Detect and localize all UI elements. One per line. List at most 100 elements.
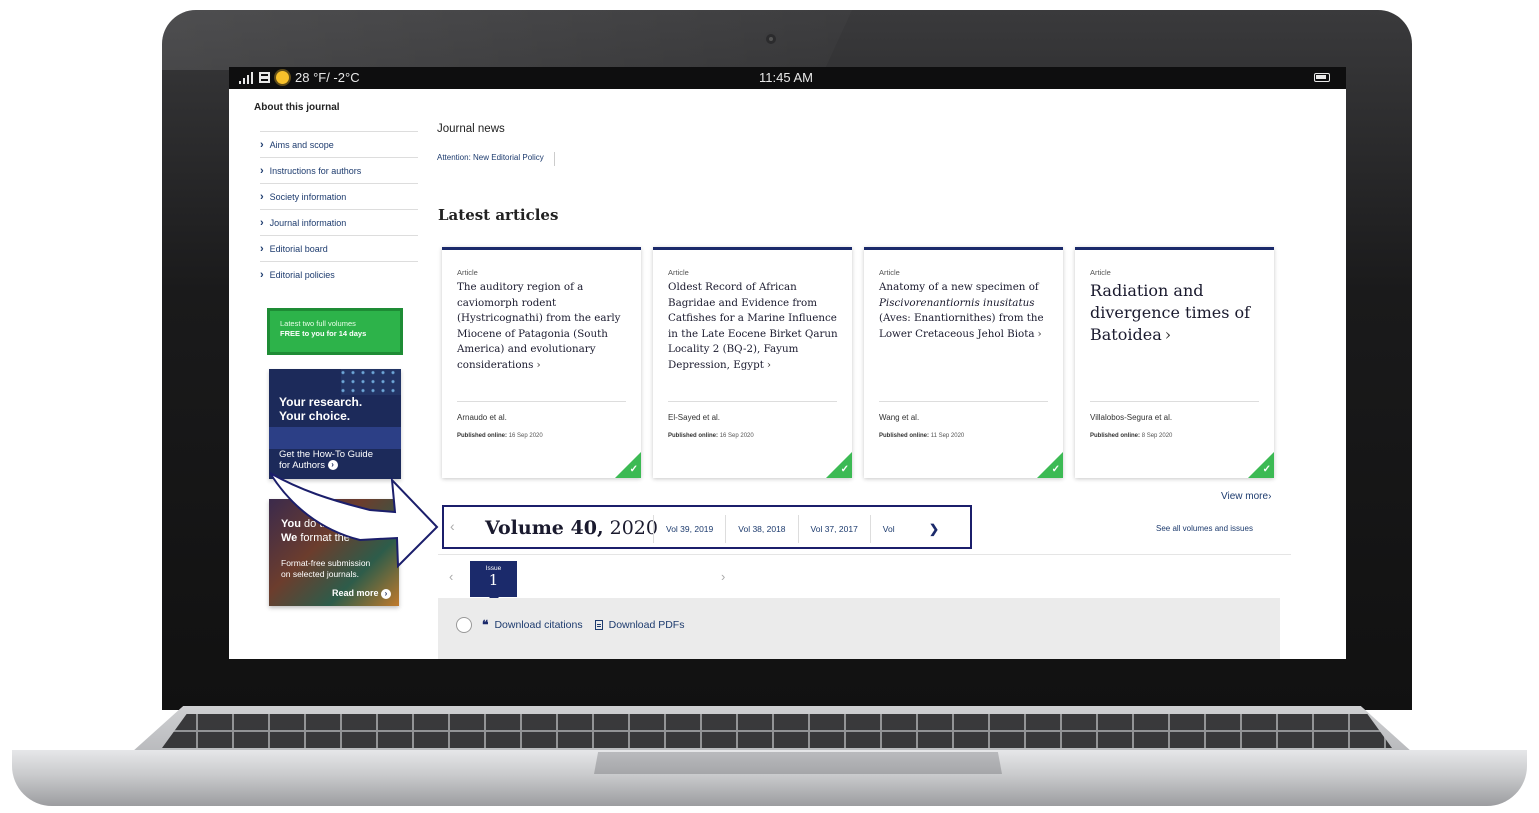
sun-icon [276,71,289,84]
promo-cta: Get the How-To Guide [279,449,373,460]
promo-line: Your research. [279,395,363,409]
chevron-right-icon: › [260,242,264,255]
promo-line: You [281,518,301,530]
article-title[interactable]: Radiation and divergence times of Batoid… [1090,280,1262,346]
sidebar-item-label: Society information [269,191,347,202]
promo-line: do th [300,518,329,530]
promo-line: Latest two full volumes [280,319,356,328]
published-date: Published online: 16 Sep 2020 [457,433,543,439]
notification-icon [259,72,270,83]
laptop-base [12,706,1527,806]
chevron-right-icon: › [260,164,264,177]
sidebar-nav: › Aims and scope › Instructions for author… [260,131,418,287]
check-icon: ✓ [1262,464,1271,475]
chevron-right-icon[interactable]: › [721,569,725,584]
sidebar-item-society[interactable]: › Society information [260,183,418,209]
news-link[interactable]: Attention: New Editorial Policy [437,152,555,166]
sidebar-heading: About this journal [254,102,340,113]
promo-band [269,427,401,449]
select-all-radio[interactable] [456,617,472,633]
chevron-right-icon: › [766,358,771,371]
issue-number: 1 [488,571,499,589]
trackpad [594,752,1002,774]
promo-body: on selected journals. [281,569,359,579]
chevron-right-icon: › [1268,491,1272,502]
article-card[interactable]: Article Radiation and divergence times o… [1075,247,1274,478]
highlight-box [442,505,972,549]
promo-cta: for Authors [279,460,325,471]
sidebar-item-aims[interactable]: › Aims and scope [260,131,418,157]
promo-line: We [281,532,298,544]
download-actions: ❝ Download citations Download PDFs [456,617,684,633]
chevron-right-icon: › [536,358,541,371]
article-title[interactable]: Anatomy of a new specimen of Piscivorena… [879,280,1051,342]
article-author: Wang et al. [879,413,920,422]
issue-tab[interactable]: Issue 1 [470,561,517,602]
latest-articles-heading: Latest articles [438,206,559,224]
sidebar-item-editorial-policies[interactable]: › Editorial policies [260,261,418,287]
chevron-left-icon[interactable]: ‹ [449,569,453,584]
sidebar-item-journal-info[interactable]: › Journal information [260,209,418,235]
view-more-link[interactable]: View more› [1221,491,1271,502]
arrow-circle-icon: › [327,460,338,471]
keyboard [162,714,1392,748]
see-all-volumes-link[interactable]: See all volumes and issues [1156,524,1253,533]
check-icon: ✓ [1051,464,1060,475]
journal-news-heading: Journal news [437,123,505,135]
article-card[interactable]: Article Oldest Record of African Bagrida… [653,247,852,478]
sidebar-item-label: Editorial policies [269,269,335,280]
published-date: Published online: 8 Sep 2020 [1090,433,1173,439]
clock: 11:45 AM [759,70,813,85]
article-card[interactable]: Article The auditory region of a caviomo… [442,247,641,478]
status-bar: 28 °F/ -2°C 11:45 AM [229,67,1346,89]
sidebar-item-label: Editorial board [269,243,328,254]
article-type: Article [668,268,689,277]
article-author: Arnaudo et al. [457,413,507,422]
article-author: El-Sayed et al. [668,413,721,422]
read-more-link[interactable]: Read more [332,588,379,598]
signal-icon [239,71,253,84]
article-title[interactable]: Oldest Record of African Bagridae and Ev… [668,280,840,373]
chevron-right-icon: › [1037,327,1042,340]
chevron-right-icon: › [1164,325,1172,344]
arrow-circle-icon: › [381,588,391,599]
download-pdfs-link[interactable]: Download PDFs [609,619,685,631]
chevron-right-icon: › [260,190,264,203]
sidebar-item-label: Aims and scope [269,139,334,150]
download-citations-link[interactable]: Download citations [494,619,582,631]
quote-icon: ❝ [482,618,489,632]
weather-text: 28 °F/ -2°C [295,70,360,85]
screen: 28 °F/ -2°C 11:45 AM About this journal … [229,67,1346,659]
divider [457,401,626,402]
divider [1090,401,1259,402]
promo-decoration [341,369,401,395]
promo-body: Format-free submission [281,558,371,568]
check-icon: ✓ [629,464,638,475]
published-date: Published online: 11 Sep 2020 [879,433,965,439]
format-free-promo[interactable]: You do th We format the Format-free subm… [269,499,399,606]
divider [879,401,1048,402]
promo-line: FREE to you for 14 days [280,329,367,338]
divider [668,401,837,402]
article-card[interactable]: Article Anatomy of a new specimen of Pis… [864,247,1063,478]
promo-line: format the [297,532,350,544]
article-type: Article [457,268,478,277]
bezel-reflection [162,10,852,70]
free-volumes-promo[interactable]: Latest two full volumes FREE to you for … [267,308,403,355]
sidebar-item-instructions[interactable]: › Instructions for authors [260,157,418,183]
promo-line: Your choice. [279,409,351,423]
sidebar-item-label: Journal information [269,217,347,228]
article-author: Villalobos-Segura et al. [1090,413,1173,422]
chevron-right-icon: › [260,216,264,229]
sidebar-item-editorial-board[interactable]: › Editorial board [260,235,418,261]
article-type: Article [879,268,900,277]
article-title[interactable]: The auditory region of a caviomorph rode… [457,280,629,373]
published-date: Published online: 16 Sep 2020 [668,433,754,439]
battery-icon [1314,73,1330,82]
check-icon: ✓ [840,464,849,475]
article-type: Article [1090,268,1111,277]
chevron-right-icon: › [260,268,264,281]
chevron-right-icon: › [260,138,264,151]
author-guide-promo[interactable]: Your research. Your choice. Get the How-… [269,369,401,479]
webcam-icon [764,32,778,46]
